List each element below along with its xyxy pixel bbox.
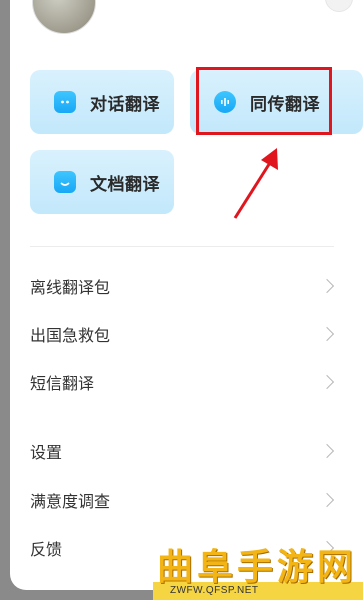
dialog-translate-label: 对话翻译	[90, 94, 160, 115]
watermark-title: 曲阜手游网	[157, 547, 358, 588]
menu-item-emergency-pack[interactable]: 出国急救包	[30, 316, 336, 352]
section-divider	[30, 246, 334, 247]
menu-item-sms-translate[interactable]: 短信翻译	[30, 364, 336, 400]
menu-item-label: 出国急救包	[30, 326, 111, 345]
document-translate-card[interactable]: 文档翻译	[30, 150, 174, 214]
chevron-right-icon	[319, 326, 335, 342]
menu-item-label: 离线翻译包	[30, 278, 111, 297]
chevron-right-icon	[319, 443, 335, 459]
chevron-right-icon	[319, 492, 335, 508]
chat-bubble-icon	[54, 91, 76, 113]
chevron-right-icon	[319, 278, 335, 294]
highlight-box	[196, 67, 332, 135]
menu-item-label: 满意度调查	[30, 492, 111, 511]
chevron-right-icon	[319, 374, 335, 390]
menu-item-settings[interactable]: 设置	[30, 433, 336, 469]
menu-item-survey[interactable]: 满意度调查	[30, 482, 336, 518]
menu-item-label: 反馈	[30, 540, 63, 559]
watermark-url: ZWFW.QFSP.NET	[170, 585, 259, 596]
dialog-translate-card[interactable]: 对话翻译	[30, 70, 174, 134]
pointer-arrow	[233, 148, 278, 219]
document-icon	[54, 171, 76, 193]
document-translate-label: 文档翻译	[90, 174, 160, 195]
menu-item-label: 设置	[30, 443, 63, 462]
menu-item-label: 短信翻译	[30, 374, 95, 393]
menu-item-offline-pack[interactable]: 离线翻译包	[30, 268, 336, 304]
